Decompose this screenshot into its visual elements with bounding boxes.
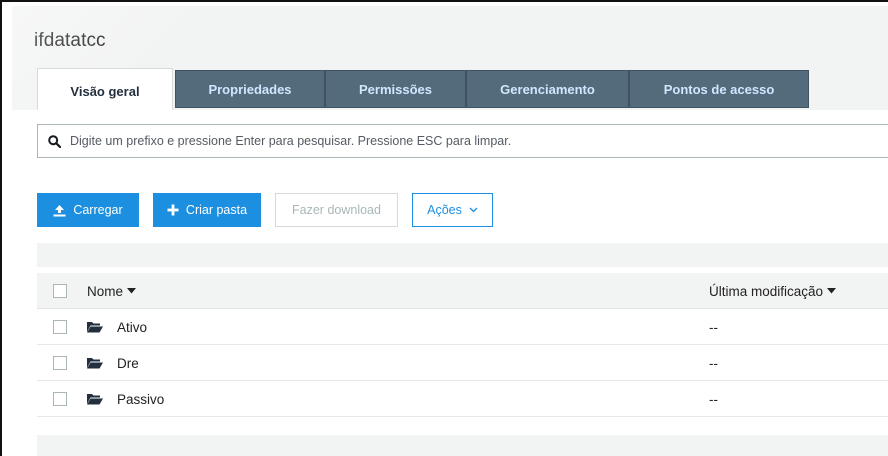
tab-label: Pontos de acesso xyxy=(663,81,775,97)
column-name-label: Nome xyxy=(87,283,124,299)
row-name-cell[interactable]: Dre xyxy=(87,345,139,381)
row-name-cell[interactable]: Passivo xyxy=(87,381,164,417)
row-name: Ativo xyxy=(117,319,148,335)
row-modified: -- xyxy=(709,391,718,407)
actions-dropdown[interactable]: Ações xyxy=(412,193,493,227)
folder-icon xyxy=(87,393,103,405)
row-modified: -- xyxy=(709,319,718,335)
caret-down-icon xyxy=(127,288,137,294)
tab-management[interactable]: Gerenciamento xyxy=(466,70,629,108)
search-input[interactable]: Digite um prefixo e pressione Enter para… xyxy=(37,124,888,158)
row-name-cell[interactable]: Ativo xyxy=(87,309,147,345)
tab-bar: Visão geral Propriedades Permissões Gere… xyxy=(37,68,812,110)
bucket-title: ifdatatcc xyxy=(34,30,106,51)
download-button[interactable]: Fazer download xyxy=(275,193,398,227)
select-all-checkbox[interactable] xyxy=(53,284,67,298)
tab-overview[interactable]: Visão geral xyxy=(37,68,173,110)
table-header: Nome Última modificação xyxy=(37,273,888,309)
tab-properties[interactable]: Propriedades xyxy=(175,70,325,108)
app-frame: ifdatatcc Visão geral Propriedades Permi… xyxy=(0,0,888,456)
download-label: Fazer download xyxy=(292,203,381,217)
upload-label: Carregar xyxy=(73,203,123,217)
table-footer xyxy=(37,435,888,456)
table-row[interactable]: Passivo -- xyxy=(37,381,888,417)
column-name-header[interactable]: Nome xyxy=(87,273,137,309)
tab-label: Visão geral xyxy=(70,84,140,99)
actions-label: Ações xyxy=(427,203,462,217)
row-name: Passivo xyxy=(117,391,165,407)
caret-down-icon xyxy=(827,288,837,294)
upload-button[interactable]: Carregar xyxy=(37,193,139,227)
row-checkbox[interactable] xyxy=(53,356,67,370)
column-modified-header[interactable]: Última modificação xyxy=(709,273,837,309)
tab-access-points[interactable]: Pontos de acesso xyxy=(629,70,809,108)
row-name: Dre xyxy=(117,355,139,371)
plus-icon xyxy=(167,204,179,216)
table-row[interactable]: Dre -- xyxy=(37,345,888,381)
status-strip xyxy=(37,243,888,267)
folder-icon xyxy=(87,321,103,333)
search-icon xyxy=(38,134,70,148)
search-placeholder: Digite um prefixo e pressione Enter para… xyxy=(70,134,512,148)
row-modified: -- xyxy=(709,355,718,371)
chevron-down-icon xyxy=(469,207,478,213)
column-modified-label: Última modificação xyxy=(709,283,824,299)
tab-label: Gerenciamento xyxy=(500,81,595,97)
folder-icon xyxy=(87,357,103,369)
tab-label: Propriedades xyxy=(208,81,292,97)
tab-permissions[interactable]: Permissões xyxy=(325,70,466,108)
create-folder-label: Criar pasta xyxy=(185,203,248,217)
row-checkbox[interactable] xyxy=(53,392,67,406)
table-row[interactable]: Ativo -- xyxy=(37,309,888,345)
tab-label: Permissões xyxy=(359,81,432,97)
upload-icon xyxy=(53,204,66,216)
create-folder-button[interactable]: Criar pasta xyxy=(153,193,261,227)
row-checkbox[interactable] xyxy=(53,320,67,334)
